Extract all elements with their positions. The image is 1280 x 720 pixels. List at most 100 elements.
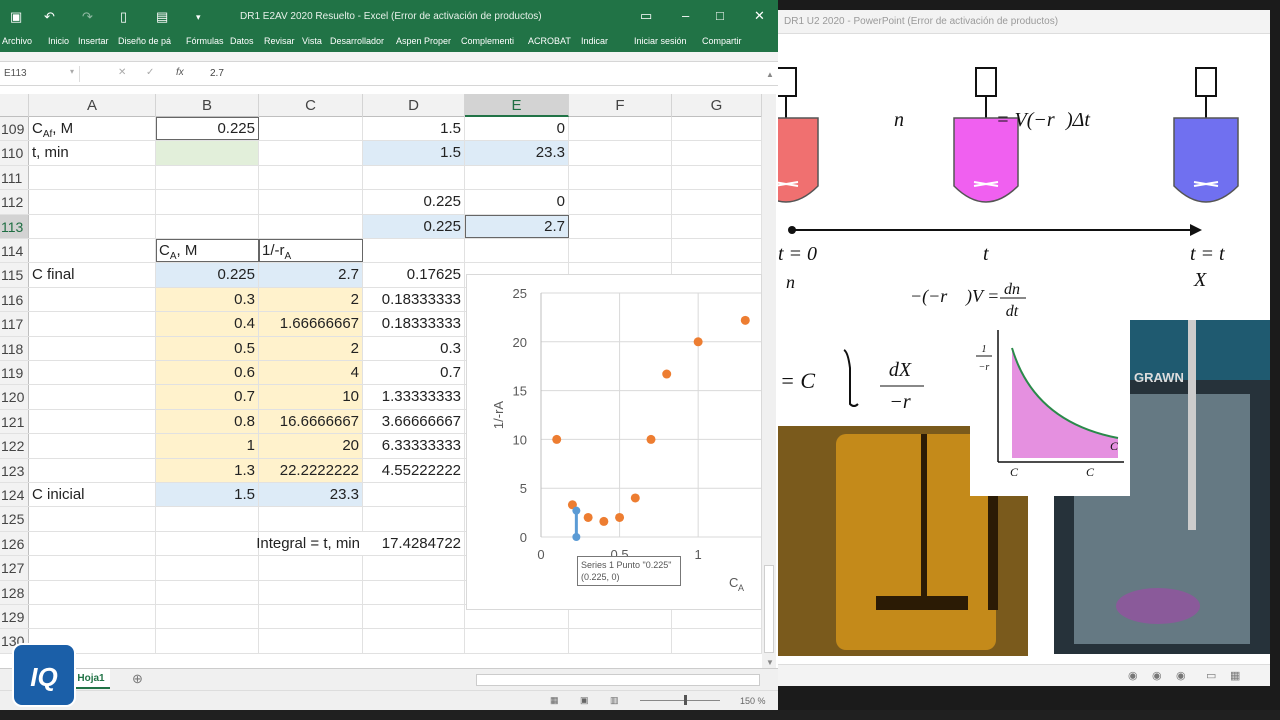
- cell-g112[interactable]: [672, 190, 762, 214]
- cell-d112[interactable]: 0.225: [363, 190, 465, 214]
- cell-a117[interactable]: [29, 312, 156, 336]
- zoom-slider[interactable]: [640, 700, 720, 701]
- cell-a128[interactable]: [29, 580, 156, 604]
- cell-d111[interactable]: [363, 165, 465, 190]
- ribbon-tab[interactable]: Fórmulas: [186, 36, 224, 46]
- ribbon-tab[interactable]: Insertar: [78, 36, 109, 46]
- scroll-up-icon[interactable]: ▲: [766, 70, 774, 79]
- prev-slide-icon[interactable]: ◉: [1128, 669, 1138, 682]
- function-icon[interactable]: fx: [176, 67, 184, 78]
- cell-a118[interactable]: [29, 336, 156, 360]
- cell-d109[interactable]: 1.5: [363, 117, 465, 141]
- row-header[interactable]: 109: [0, 117, 29, 141]
- cell-c109[interactable]: [259, 117, 363, 141]
- cell-c123[interactable]: 22.2222222: [259, 458, 363, 482]
- enter-icon[interactable]: ✓: [146, 67, 154, 78]
- row-header[interactable]: 111: [0, 165, 29, 190]
- cell-a121[interactable]: [29, 409, 156, 434]
- cell-b121[interactable]: 0.8: [156, 409, 259, 434]
- cell-a129[interactable]: [29, 605, 156, 629]
- redo-icon[interactable]: ↷: [82, 9, 93, 25]
- cell-g109[interactable]: [672, 117, 762, 141]
- column-header-a[interactable]: A: [29, 94, 156, 117]
- cell-c113[interactable]: [259, 214, 363, 238]
- data-point[interactable]: [583, 512, 593, 522]
- cell-d128[interactable]: [363, 580, 465, 604]
- row-header[interactable]: 119: [0, 361, 29, 385]
- cell-g111[interactable]: [672, 165, 762, 190]
- cell-c114[interactable]: 1/-rA: [259, 239, 363, 263]
- cell-a119[interactable]: [29, 361, 156, 385]
- formula-input[interactable]: 2.7: [210, 68, 224, 79]
- cell-e111[interactable]: [465, 165, 569, 190]
- cell-c128[interactable]: [259, 580, 363, 604]
- cell-a109[interactable]: CAf, M: [29, 117, 156, 141]
- ribbon-tab[interactable]: Complementi: [461, 36, 514, 46]
- cell-f109[interactable]: [569, 117, 672, 141]
- cell-d124[interactable]: [363, 483, 465, 507]
- zoom-thumb[interactable]: [684, 695, 687, 705]
- cell-d129[interactable]: [363, 605, 465, 629]
- cell-e114[interactable]: [465, 239, 569, 263]
- data-point[interactable]: [662, 369, 672, 379]
- cell-f113[interactable]: [569, 214, 672, 238]
- cell-c125[interactable]: [259, 507, 363, 531]
- cell-b123[interactable]: 1.3: [156, 458, 259, 482]
- cell-a124[interactable]: C inicial: [29, 483, 156, 507]
- ribbon-tab[interactable]: Iniciar sesión: [634, 36, 687, 46]
- data-point[interactable]: [630, 493, 640, 503]
- cell-d126[interactable]: 17.4284722: [363, 531, 465, 556]
- cell-d119[interactable]: 0.7: [363, 361, 465, 385]
- page-break-icon[interactable]: ▥: [610, 695, 619, 706]
- cell-c130[interactable]: [259, 629, 363, 653]
- row-header[interactable]: 124: [0, 483, 29, 507]
- cell-g113[interactable]: [672, 214, 762, 238]
- ribbon-tab[interactable]: Archivo: [2, 36, 32, 46]
- data-point[interactable]: [740, 315, 750, 325]
- cell-b109[interactable]: 0.225: [156, 117, 259, 141]
- cell-f112[interactable]: [569, 190, 672, 214]
- column-header-f[interactable]: F: [569, 94, 672, 117]
- grid-view-icon[interactable]: ▦: [1230, 669, 1240, 682]
- cell-a113[interactable]: [29, 214, 156, 238]
- cell-c122[interactable]: 20: [259, 434, 363, 458]
- sheet-tab-hoja1[interactable]: Hoja1: [72, 669, 110, 689]
- row-header[interactable]: 125: [0, 507, 29, 531]
- cell-b112[interactable]: [156, 190, 259, 214]
- next-slide-icon[interactable]: ◉: [1176, 669, 1186, 682]
- add-sheet-icon[interactable]: ⊕: [132, 671, 143, 687]
- cell-b115[interactable]: 0.225: [156, 263, 259, 287]
- ribbon-tab[interactable]: Datos: [230, 36, 254, 46]
- row-header[interactable]: 112: [0, 190, 29, 214]
- close-icon[interactable]: ✕: [754, 8, 765, 24]
- column-header-g[interactable]: G: [672, 94, 762, 117]
- cell-d125[interactable]: [363, 507, 465, 531]
- cell-a115[interactable]: C final: [29, 263, 156, 287]
- cell-c127[interactable]: [259, 556, 363, 580]
- cell-b125[interactable]: [156, 507, 259, 531]
- cell-b114[interactable]: CA, M: [156, 239, 259, 263]
- cell-e110[interactable]: 23.3: [465, 141, 569, 165]
- cell-b129[interactable]: [156, 605, 259, 629]
- row-header[interactable]: 129: [0, 605, 29, 629]
- slide-view-icon[interactable]: ▭: [1206, 669, 1216, 682]
- column-header-e[interactable]: E: [465, 94, 569, 117]
- row-header[interactable]: 118: [0, 336, 29, 360]
- row-header[interactable]: 114: [0, 239, 29, 263]
- ribbon-tab[interactable]: Revisar: [264, 36, 295, 46]
- ribbon-tab[interactable]: Indicar: [581, 36, 608, 46]
- cell-e113[interactable]: 2.7: [465, 214, 569, 238]
- cell-b127[interactable]: [156, 556, 259, 580]
- row-header[interactable]: 117: [0, 312, 29, 336]
- column-header-b[interactable]: B: [156, 94, 259, 117]
- row-header[interactable]: 122: [0, 434, 29, 458]
- cell-c111[interactable]: [259, 165, 363, 190]
- cell-b122[interactable]: 1: [156, 434, 259, 458]
- row-header[interactable]: 120: [0, 385, 29, 409]
- select-all-corner[interactable]: [0, 94, 29, 117]
- cell-c119[interactable]: 4: [259, 361, 363, 385]
- cell-c121[interactable]: 16.6666667: [259, 409, 363, 434]
- row-header[interactable]: 127: [0, 556, 29, 580]
- cell-d116[interactable]: 0.18333333: [363, 287, 465, 312]
- ribbon-display-icon[interactable]: ▭: [640, 8, 652, 24]
